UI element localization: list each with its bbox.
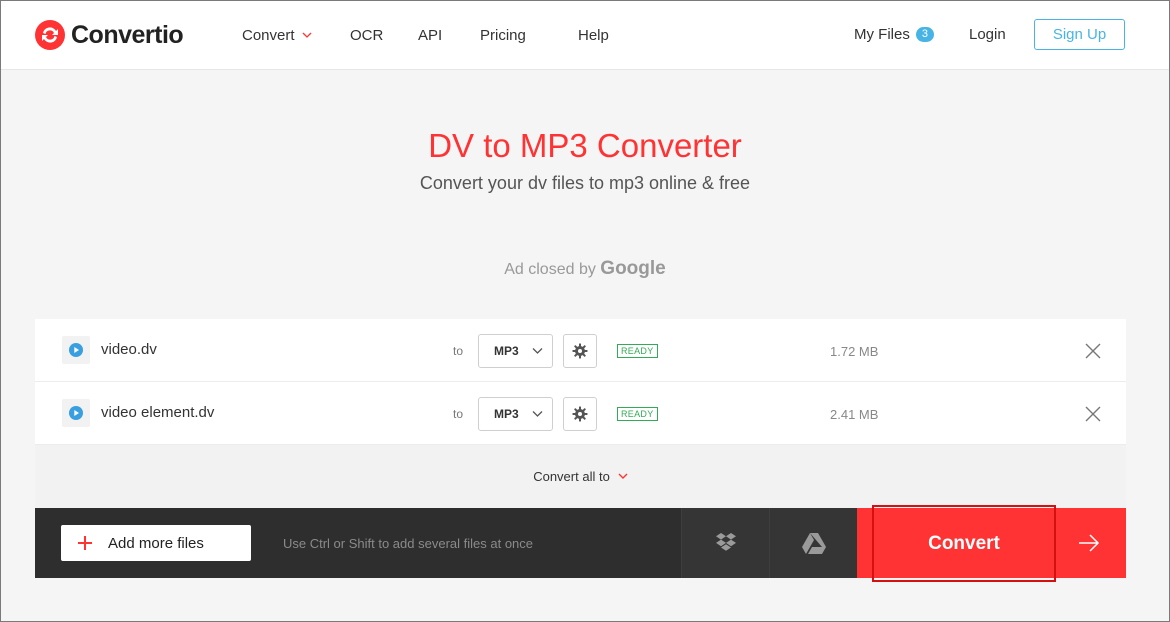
arrow-right-icon[interactable] <box>1078 532 1100 554</box>
play-circle-icon <box>62 336 90 364</box>
file-row: video.dv to MP3 READY 1.72 MB <box>35 319 1126 382</box>
my-files-label: My Files <box>854 26 910 43</box>
convert-all-label: Convert all to <box>533 469 610 484</box>
settings-button[interactable] <box>563 334 597 368</box>
main-nav: Convert OCR API Pricing Help <box>242 1 609 70</box>
format-select[interactable]: MP3 <box>478 397 553 431</box>
convert-button[interactable]: Convert <box>872 505 1056 582</box>
status-badge: READY <box>617 344 658 358</box>
to-label: to <box>453 407 464 421</box>
nav-api[interactable]: API <box>418 27 480 44</box>
page-subtitle: Convert your dv files to mp3 online & fr… <box>419 173 751 193</box>
status-badge: READY <box>617 407 658 421</box>
chevron-down-icon <box>532 348 543 354</box>
format-value: MP3 <box>494 407 519 421</box>
close-icon[interactable] <box>1085 343 1101 359</box>
logo[interactable]: Convertio <box>35 18 184 52</box>
nav-help[interactable]: Help <box>578 27 609 44</box>
chevron-down-icon <box>302 32 311 38</box>
ad-google-brand: Google <box>600 258 666 279</box>
convert-zone: Convert <box>857 505 1126 582</box>
google-drive-button[interactable] <box>769 508 857 578</box>
dropbox-icon <box>715 533 736 551</box>
nav-pricing[interactable]: Pricing <box>480 27 578 44</box>
convertio-logo-icon <box>35 20 65 50</box>
dropbox-button[interactable] <box>681 508 769 578</box>
multi-select-hint: Use Ctrl or Shift to add several files a… <box>283 536 534 551</box>
signup-button[interactable]: Sign Up <box>1034 19 1125 50</box>
file-name: video element.dv <box>101 404 215 421</box>
chevron-down-icon <box>532 411 543 417</box>
nav-convert[interactable]: Convert <box>242 27 350 44</box>
action-bar: Add more files Use Ctrl or Shift to add … <box>35 505 1126 582</box>
logo-text: Convertio <box>71 20 184 49</box>
file-size: 2.41 MB <box>830 407 879 422</box>
ad-closed-text: Ad closed by <box>504 261 596 278</box>
chevron-down-icon <box>618 473 628 479</box>
file-name: video.dv <box>101 341 157 358</box>
ad-closed-notice: Ad closed by Google <box>1 258 1169 280</box>
top-header: Convertio Convert OCR API Pricing Help M… <box>1 1 1169 70</box>
format-select[interactable]: MP3 <box>478 334 553 368</box>
google-drive-icon <box>801 532 826 554</box>
my-files-count-badge: 3 <box>915 27 934 42</box>
gear-icon <box>572 406 588 422</box>
add-more-files-button[interactable]: Add more files <box>61 525 251 561</box>
plus-icon <box>78 536 92 550</box>
to-label: to <box>453 344 464 358</box>
file-row: video element.dv to MP3 READY 2.41 MB <box>35 382 1126 445</box>
nav-convert-label: Convert <box>242 27 295 44</box>
login-link[interactable]: Login <box>969 26 1006 43</box>
page-title: DV to MP3 Converter <box>428 127 742 164</box>
nav-ocr[interactable]: OCR <box>350 27 418 44</box>
close-icon[interactable] <box>1085 406 1101 422</box>
file-panel: video.dv to MP3 READY 1.72 MB video elem… <box>35 319 1126 582</box>
play-circle-icon <box>62 399 90 427</box>
settings-button[interactable] <box>563 397 597 431</box>
convert-all-dropdown[interactable]: Convert all to <box>35 445 1126 508</box>
my-files-link[interactable]: My Files 3 <box>854 26 934 43</box>
add-more-files-label: Add more files <box>108 534 204 552</box>
gear-icon <box>572 343 588 359</box>
format-value: MP3 <box>494 344 519 358</box>
file-size: 1.72 MB <box>830 344 879 359</box>
